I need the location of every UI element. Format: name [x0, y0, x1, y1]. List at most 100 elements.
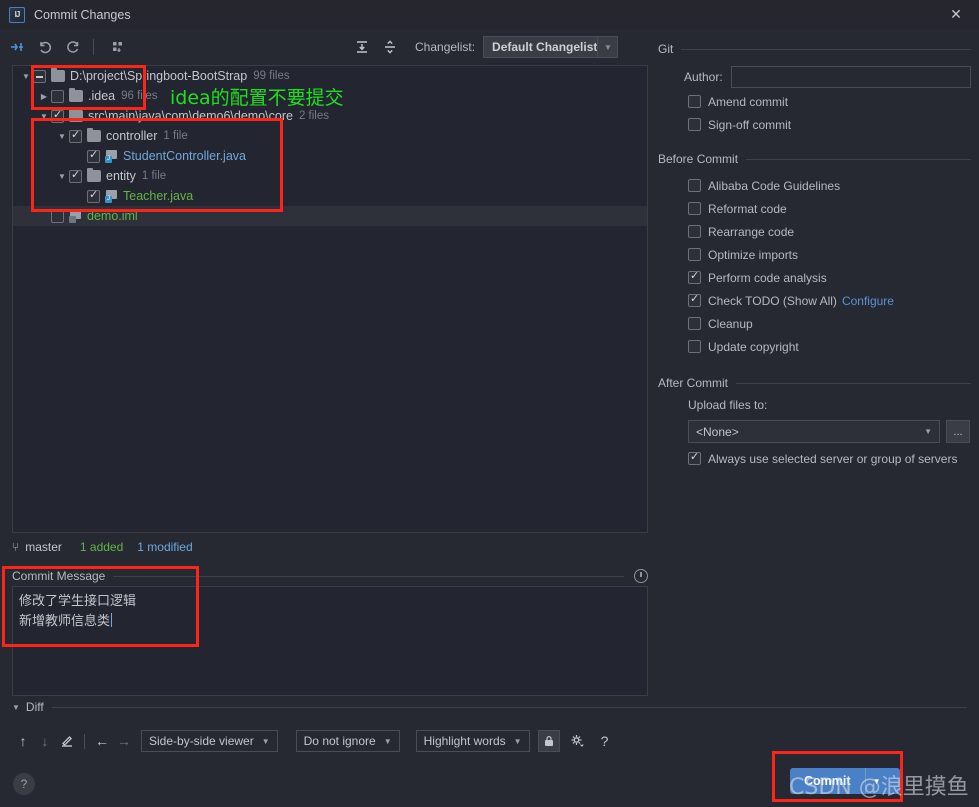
window-title: Commit Changes — [34, 7, 131, 22]
before-commit-section-header: Before Commit — [658, 150, 971, 168]
diff-rule — [51, 706, 967, 708]
highlight-policy-value: Highlight words — [423, 734, 506, 748]
close-icon[interactable]: ✕ — [933, 0, 979, 29]
tree-checkbox[interactable] — [87, 148, 100, 163]
before-commit-checkbox-group: Alibaba Code Guidelines Reformat code Rear… — [658, 174, 971, 358]
checkbox-label: Perform code analysis — [708, 270, 827, 285]
chevron-down-icon: ▼ — [924, 427, 932, 436]
show-diff-icon[interactable] — [6, 36, 28, 58]
diff-label: Diff — [25, 700, 44, 714]
tree-item-label: Teacher.java — [123, 189, 194, 203]
checkbox-box — [688, 118, 701, 131]
checkbox-label: Rearrange code — [708, 224, 795, 239]
viewer-mode-select[interactable]: Side-by-side viewer ▼ — [141, 730, 278, 752]
group-by-icon[interactable] — [107, 36, 129, 58]
tree-row-demo-iml[interactable]: demo.iml — [13, 206, 647, 226]
reformat-code-checkbox[interactable]: Reformat code — [658, 197, 971, 220]
amend-commit-checkbox[interactable]: Amend commit — [658, 90, 971, 113]
upload-target-select[interactable]: <None> ▼ — [688, 420, 940, 443]
previous-difference-icon[interactable]: ↑ — [12, 730, 34, 752]
changelist-select[interactable]: Default Changelist ▼ — [483, 36, 619, 58]
commit-message-header: Commit Message — [12, 566, 648, 586]
tree-item-label: D:\project\Springboot-BootStrap — [70, 69, 248, 83]
title-bar: IJ Commit Changes ✕ — [0, 0, 979, 29]
tree-checkbox[interactable] — [69, 128, 82, 143]
chevron-down-icon: ▼ — [513, 736, 522, 746]
revert-icon[interactable] — [34, 36, 56, 58]
tree-checkbox[interactable] — [33, 69, 46, 83]
after-commit-label: After Commit — [658, 376, 729, 390]
chevron-down-icon: ▼ — [383, 736, 392, 746]
sign-off-commit-checkbox[interactable]: Sign-off commit — [658, 113, 971, 136]
help-button[interactable]: ? — [13, 773, 35, 795]
before-commit-label: Before Commit — [658, 152, 739, 166]
tree-checkbox[interactable] — [51, 209, 64, 223]
rearrange-code-checkbox[interactable]: Rearrange code — [658, 220, 971, 243]
optimize-imports-checkbox[interactable]: Optimize imports — [658, 243, 971, 266]
checkbox-box — [688, 202, 701, 215]
checkbox-box — [688, 248, 701, 261]
always-use-server-checkbox[interactable]: Always use selected server or group of s… — [658, 447, 971, 470]
alibaba-code-guidelines-checkbox[interactable]: Alibaba Code Guidelines — [658, 174, 971, 197]
tree-item-count: 2 files — [298, 110, 329, 122]
diff-header[interactable]: ▼ Diff — [12, 698, 967, 716]
update-copyright-checkbox[interactable]: Update copyright — [658, 335, 971, 358]
chevron-down-icon[interactable]: ▼ — [597, 37, 617, 57]
commit-message-line-2: 新增教师信息类 — [19, 611, 641, 631]
git-section-rule — [681, 48, 971, 50]
next-difference-icon[interactable]: ↓ — [34, 730, 56, 752]
check-todo-checkbox[interactable]: Check TODO (Show All) Configure — [658, 289, 971, 312]
file-icon-badge — [69, 215, 76, 223]
checkbox-box — [688, 450, 701, 465]
diff-settings-icon[interactable] — [566, 730, 588, 752]
git-section-label: Git — [658, 42, 674, 56]
tree-item-count: 1 file — [141, 170, 167, 182]
highlight-policy-select[interactable]: Highlight words ▼ — [415, 730, 530, 752]
chevron-right-icon[interactable]: ▶ — [37, 92, 51, 101]
tree-item-count: 99 files — [253, 70, 290, 82]
configure-link[interactable]: Configure — [842, 294, 894, 308]
always-use-server-label: Always use selected server or group of s… — [708, 451, 958, 466]
cleanup-checkbox[interactable]: Cleanup — [658, 312, 971, 335]
refresh-icon[interactable] — [62, 36, 84, 58]
accept-left-icon[interactable]: ← — [91, 730, 113, 752]
tree-row-entity[interactable]: ▼ entity 1 file — [13, 166, 647, 186]
ignore-policy-select[interactable]: Do not ignore ▼ — [295, 730, 400, 752]
chevron-down-icon[interactable]: ▼ — [55, 172, 69, 181]
tree-checkbox[interactable] — [51, 89, 64, 103]
clock-icon[interactable] — [634, 569, 648, 583]
commit-message-line-1: 修改了学生接口逻辑 — [19, 593, 137, 608]
author-field[interactable] — [730, 66, 971, 88]
chevron-down-icon[interactable]: ▼ — [37, 112, 51, 121]
diff-help-icon[interactable]: ? — [594, 730, 616, 752]
tree-checkbox[interactable] — [51, 108, 64, 123]
tree-row-teacher[interactable]: J Teacher.java — [13, 186, 647, 206]
upload-target-row: <None> ▼ ... — [658, 420, 971, 443]
accept-right-icon[interactable]: → — [113, 730, 135, 752]
chevron-down-icon[interactable]: ▼ — [19, 72, 33, 81]
expand-all-icon[interactable] — [351, 36, 373, 58]
commit-message-label: Commit Message — [12, 569, 106, 583]
intellij-idea-icon: IJ — [9, 6, 25, 23]
perform-code-analysis-checkbox[interactable]: Perform code analysis — [658, 266, 971, 289]
chevron-down-icon[interactable]: ▼ — [12, 703, 20, 712]
browse-servers-button[interactable]: ... — [946, 420, 970, 443]
commit-message-input[interactable]: 修改了学生接口逻辑 新增教师信息类 — [12, 586, 648, 696]
edit-source-icon[interactable] — [56, 730, 78, 752]
checkbox-box — [688, 269, 701, 284]
annotation-note-idea: idea的配置不要提交 — [170, 87, 344, 109]
text-caret — [111, 613, 113, 627]
checkbox-box — [688, 95, 701, 108]
folder-icon — [51, 68, 65, 82]
tree-item-label: demo.iml — [87, 209, 138, 223]
chevron-down-icon[interactable]: ▼ — [55, 132, 69, 141]
commit-message-line-2-text: 新增教师信息类 — [19, 613, 111, 628]
read-only-lock-icon[interactable] — [537, 730, 560, 752]
collapse-all-icon[interactable] — [379, 36, 401, 58]
tree-checkbox[interactable] — [87, 188, 100, 203]
changed-files-tree[interactable]: ▼ D:\project\Springboot-BootStrap 99 files… — [12, 65, 648, 533]
tree-checkbox[interactable] — [69, 168, 82, 183]
tree-row-studentcontroller[interactable]: J StudentController.java — [13, 146, 647, 166]
tree-row-controller[interactable]: ▼ controller 1 file — [13, 126, 647, 146]
tree-item-label: entity — [106, 169, 136, 183]
